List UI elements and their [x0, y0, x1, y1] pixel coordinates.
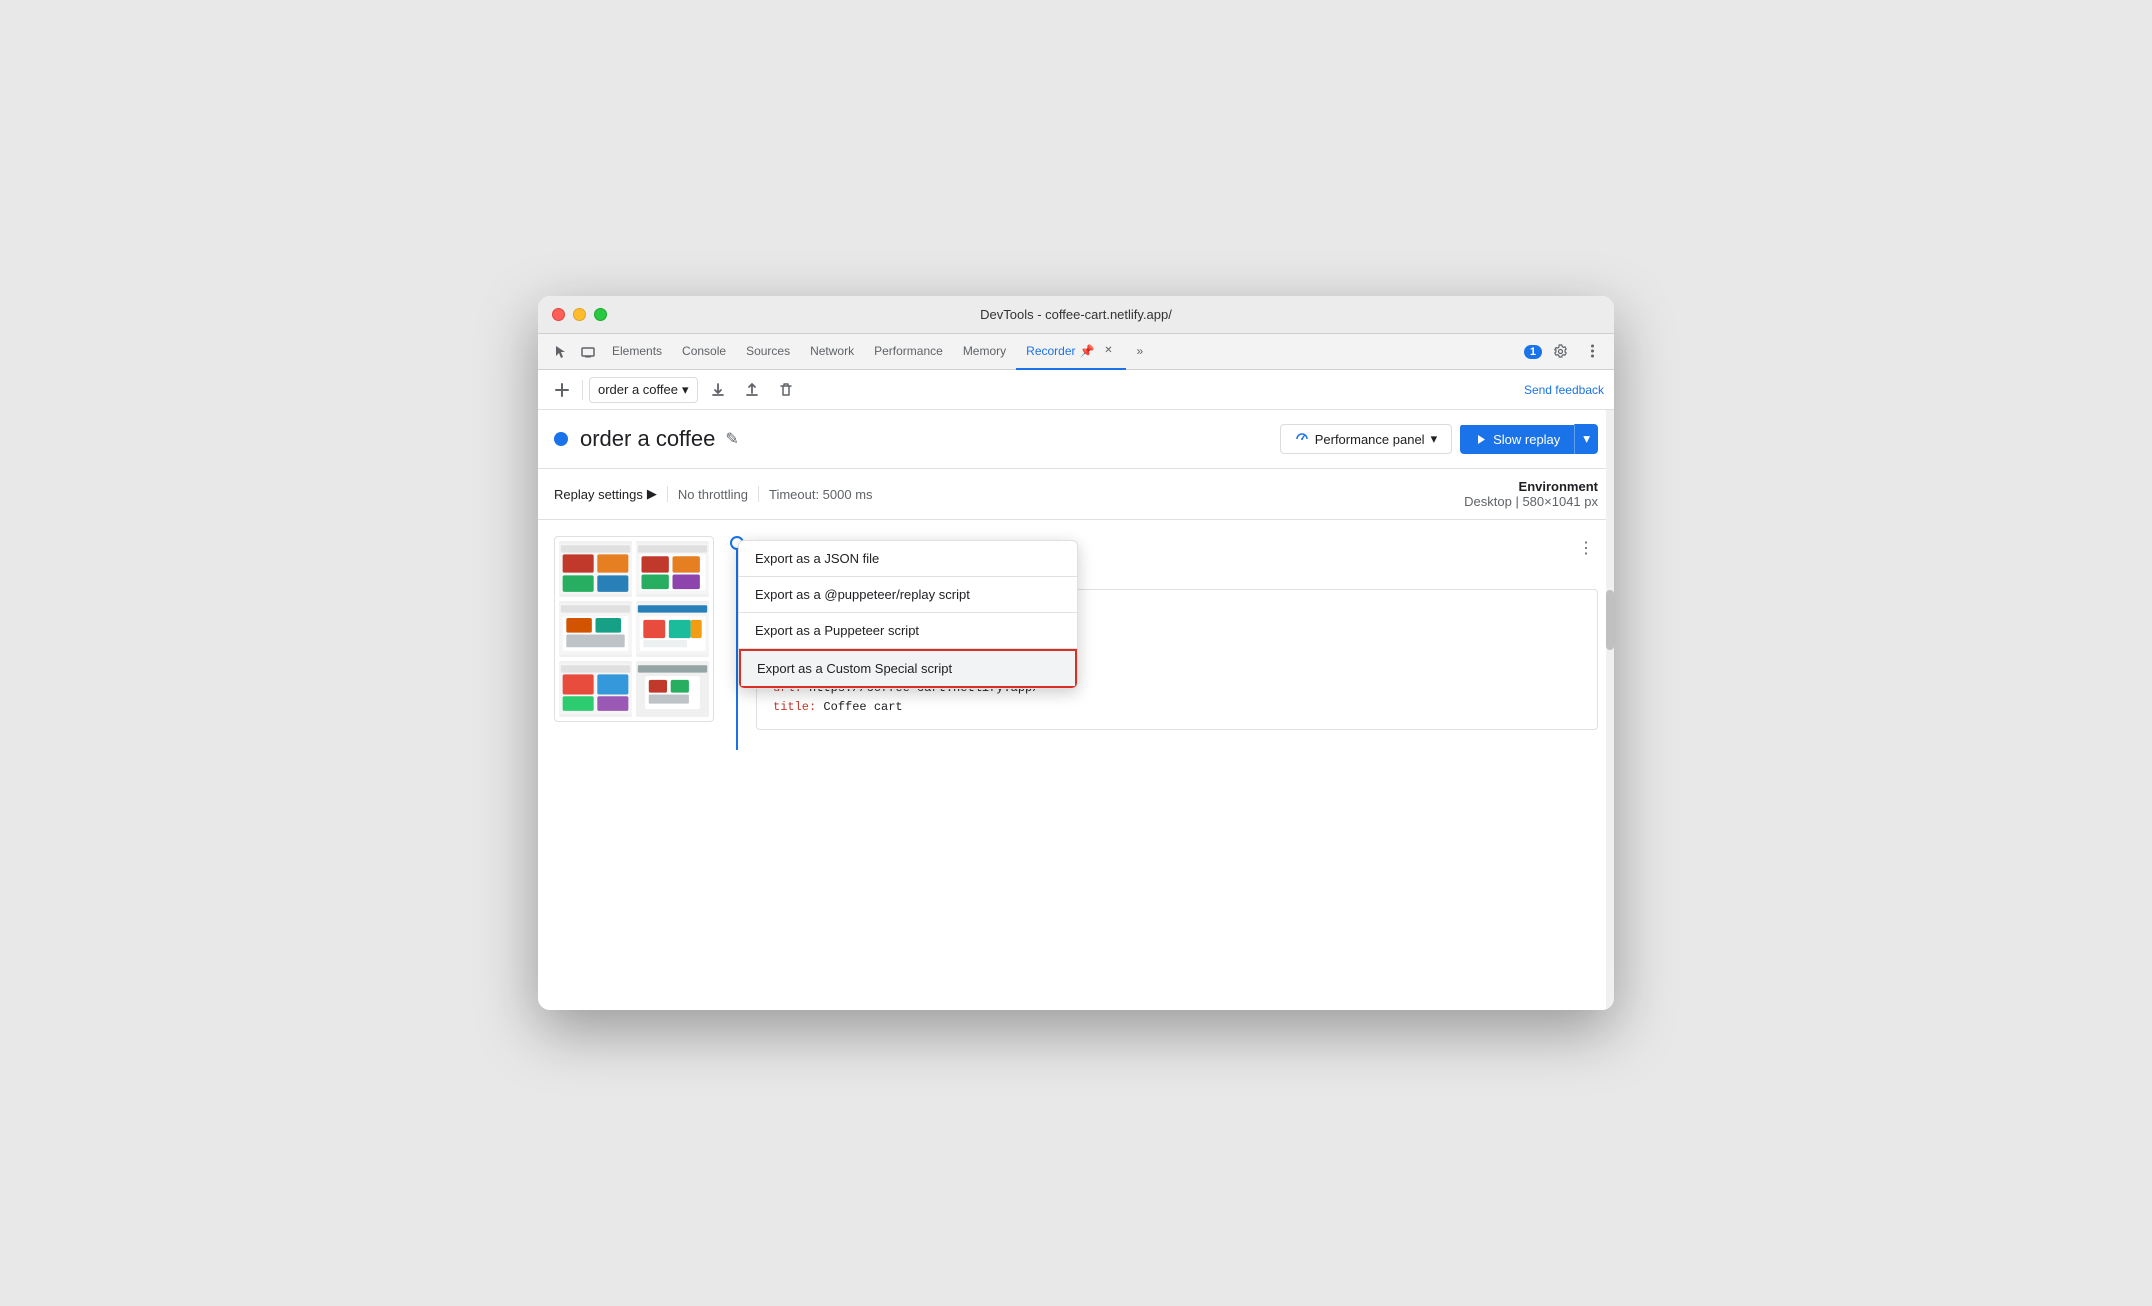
toolbar-separator	[582, 380, 583, 400]
chevron-down-icon: ▾	[682, 382, 689, 398]
edit-title-icon[interactable]: ✎	[725, 429, 738, 449]
settings-icon-btn[interactable]	[1546, 338, 1574, 366]
export-dropdown: Export as a JSON file Export as a @puppe…	[738, 540, 1078, 689]
recorder-tab-close[interactable]: ✕	[1100, 343, 1116, 359]
recording-indicator	[554, 432, 568, 446]
screenshot-thumb-2[interactable]	[636, 541, 709, 597]
env-size: 580×1041 px	[1522, 494, 1598, 509]
traffic-lights	[552, 308, 607, 321]
export-custom-special-item[interactable]: Export as a Custom Special script	[739, 649, 1077, 688]
settings-divider	[667, 486, 668, 502]
devtools-window: DevTools - coffee-cart.netlify.app/ Elem…	[538, 296, 1614, 1010]
settings-chevron-icon: ▶	[647, 486, 657, 502]
scrollbar-track	[1606, 410, 1614, 1010]
recording-name: order a coffee	[598, 382, 678, 397]
export-json-item[interactable]: Export as a JSON file	[739, 541, 1077, 576]
new-recording-btn[interactable]	[548, 376, 576, 404]
minimize-button[interactable]	[573, 308, 586, 321]
screenshot-thumb-5[interactable]	[559, 661, 632, 717]
throttle-value: No throttling	[678, 487, 748, 502]
replay-settings-label[interactable]: Replay settings ▶	[554, 486, 657, 502]
settings-divider2	[758, 486, 759, 502]
tab-network[interactable]: Network	[800, 334, 864, 370]
slow-replay-main-btn[interactable]: Slow replay	[1460, 425, 1574, 454]
recorder-pin-icon: 📌	[1080, 344, 1095, 358]
slow-replay-label: Slow replay	[1493, 432, 1560, 447]
screenshot-thumb-4[interactable]	[636, 601, 709, 657]
slow-replay-btn: Slow replay ▾	[1460, 424, 1598, 454]
delete-btn[interactable]	[772, 376, 800, 404]
step-more-btn[interactable]: ⋮	[1574, 536, 1598, 560]
timeout-value: Timeout: 5000 ms	[769, 487, 873, 502]
recorder-toolbar: order a coffee ▾ Send feedback	[538, 370, 1614, 410]
main-content: order a coffee ✎ Performance panel ▾	[538, 410, 1614, 1010]
send-feedback-link[interactable]: Send feedback	[1524, 383, 1604, 397]
dt-right-icons: 1	[1524, 338, 1606, 366]
tab-elements[interactable]: Elements	[602, 334, 672, 370]
title-bar: DevTools - coffee-cart.netlify.app/	[538, 296, 1614, 334]
tab-performance[interactable]: Performance	[864, 334, 953, 370]
recording-selector[interactable]: order a coffee ▾	[589, 377, 698, 403]
tab-memory[interactable]: Memory	[953, 334, 1016, 370]
maximize-button[interactable]	[594, 308, 607, 321]
slow-replay-chevron-icon: ▾	[1583, 431, 1590, 446]
settings-bar: Replay settings ▶ No throttling Timeout:…	[538, 469, 1614, 520]
dropdown-menu: Export as a JSON file Export as a @puppe…	[738, 540, 1078, 689]
screenshot-thumb-1[interactable]	[559, 541, 632, 597]
tab-more[interactable]: »	[1126, 334, 1153, 370]
code-line-6: title: Coffee cart	[773, 698, 1581, 717]
export-btn[interactable]	[704, 376, 732, 404]
code-title-val: Coffee cart	[823, 700, 902, 714]
devtools-tabs: Elements Console Sources Network Perform…	[538, 334, 1614, 370]
scrollbar-thumb[interactable]	[1606, 590, 1614, 650]
import-btn[interactable]	[738, 376, 766, 404]
environment-section: Environment Desktop | 580×1041 px	[1464, 479, 1598, 509]
tab-sources[interactable]: Sources	[736, 334, 800, 370]
window-title: DevTools - coffee-cart.netlify.app/	[980, 307, 1172, 322]
perf-panel-chevron-icon: ▾	[1431, 431, 1438, 447]
tab-console[interactable]: Console	[672, 334, 736, 370]
recording-title: order a coffee	[580, 426, 715, 452]
env-details: Desktop | 580×1041 px	[1464, 494, 1598, 509]
screenshot-grid	[554, 536, 714, 722]
device-icon-btn[interactable]	[574, 338, 602, 366]
screenshot-panel	[554, 536, 714, 750]
tab-recorder[interactable]: Recorder 📌 ✕	[1016, 334, 1126, 370]
env-type: Desktop	[1464, 494, 1512, 509]
cursor-icon-btn[interactable]	[546, 338, 574, 366]
perf-panel-label: Performance panel	[1315, 432, 1425, 447]
screenshot-thumb-3[interactable]	[559, 601, 632, 657]
code-title-key: title:	[773, 700, 816, 714]
recording-header-actions: Performance panel ▾ Slow replay ▾	[1280, 424, 1598, 454]
export-puppeteer-item[interactable]: Export as a Puppeteer script	[739, 613, 1077, 648]
more-options-icon-btn[interactable]	[1578, 338, 1606, 366]
performance-panel-btn[interactable]: Performance panel ▾	[1280, 424, 1452, 454]
export-puppeteer-replay-item[interactable]: Export as a @puppeteer/replay script	[739, 577, 1077, 612]
chat-badge[interactable]: 1	[1524, 345, 1542, 359]
screenshot-thumb-6[interactable]	[636, 661, 709, 717]
close-button[interactable]	[552, 308, 565, 321]
recording-header: order a coffee ✎ Performance panel ▾	[538, 410, 1614, 469]
slow-replay-dropdown-btn[interactable]: ▾	[1574, 424, 1598, 454]
env-label: Environment	[1464, 479, 1598, 494]
